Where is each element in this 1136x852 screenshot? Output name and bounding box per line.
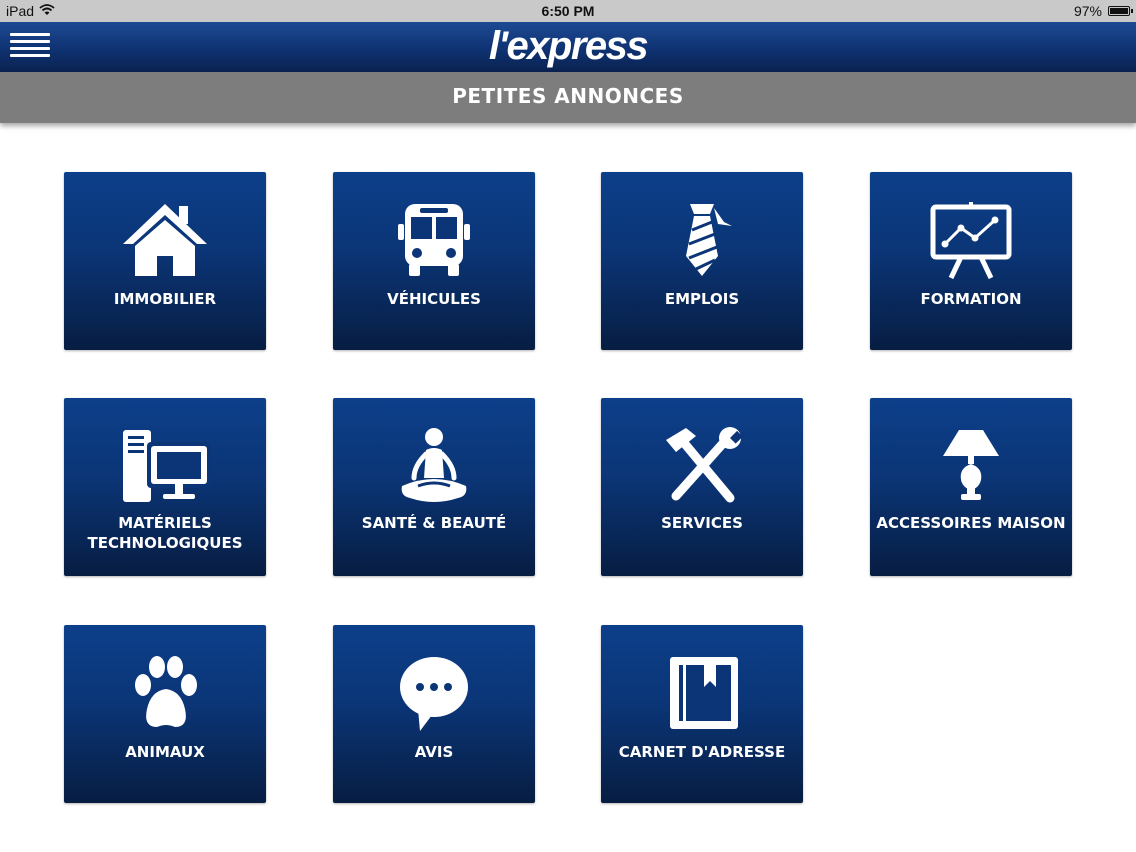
bus-icon [384,200,484,280]
address-book-icon [652,653,752,733]
tile-services[interactable]: SERVICES [601,398,803,576]
presentation-board-icon [921,200,1021,280]
tile-emplois[interactable]: EMPLOIS [601,172,803,350]
tile-immobilier[interactable]: IMMOBILIER [64,172,266,350]
tile-label: MATÉRIELS TECHNOLOGIQUES [64,513,266,553]
tile-accessoires-maison[interactable]: ACCESSOIRES MAISON [870,398,1072,576]
house-icon [115,200,215,280]
tile-label: ANIMAUX [125,743,205,761]
computer-icon [115,426,215,506]
app-header: l'express [0,22,1136,72]
tile-label: SANTÉ & BEAUTÉ [361,514,507,532]
tile-label: VÉHICULES [387,290,481,308]
tile-animaux[interactable]: ANIMAUX [64,625,266,803]
tile-formation[interactable]: FORMATION [870,172,1072,350]
title-bar: PETITES ANNONCES [0,72,1136,123]
tile-label: IMMOBILIER [113,290,217,308]
tile-vehicules[interactable]: VÉHICULES [333,172,535,350]
speech-bubble-icon [384,653,484,733]
tile-label: SERVICES [661,514,743,532]
tile-materiels-technologiques[interactable]: MATÉRIELS TECHNOLOGIQUES [64,398,266,576]
battery-icon [1108,6,1133,16]
status-bar: iPad 6:50 PM 97% [0,0,1136,22]
tile-label: CARNET D'ADRESSE [618,743,786,761]
lamp-icon [921,426,1021,506]
tile-avis[interactable]: AVIS [333,625,535,803]
tile-label: AVIS [414,743,454,761]
meditation-icon [384,426,484,506]
paw-icon [115,653,215,733]
status-right: 97% [1073,3,1133,19]
tile-label-line: TECHNOLOGIQUES [87,534,243,552]
tile-label: EMPLOIS [664,290,740,308]
status-time: 6:50 PM [541,3,595,19]
tile-label-line: MATÉRIELS [118,514,212,532]
tile-sante-beaute[interactable]: SANTÉ & BEAUTÉ [333,398,535,576]
tile-carnet-adresse[interactable]: CARNET D'ADRESSE [601,625,803,803]
logo: l'express [488,24,649,68]
battery-percent: 97% [1073,3,1102,19]
tools-icon [652,426,752,506]
page-title: PETITES ANNONCES [452,84,684,108]
tie-icon [652,200,752,280]
tile-label: ACCESSOIRES MAISON [876,514,1066,532]
tile-label: FORMATION [920,290,1022,308]
